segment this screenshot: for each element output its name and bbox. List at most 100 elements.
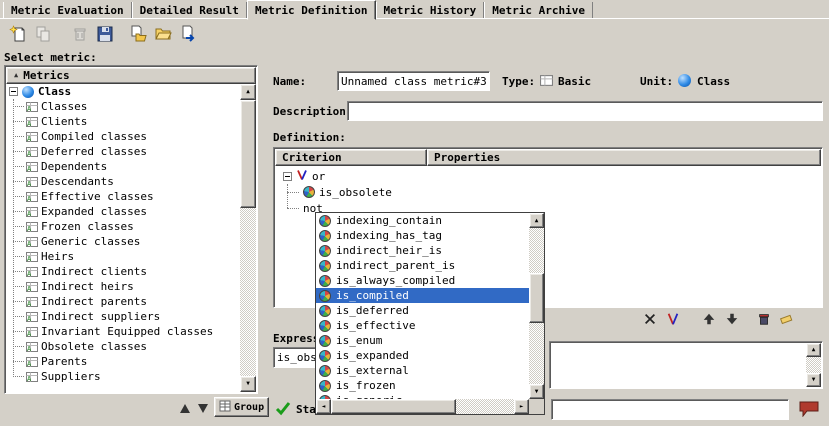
scroll-up-icon[interactable]: ▲ <box>806 343 821 357</box>
scroll-right-icon[interactable]: ► <box>514 399 529 414</box>
dropdown-horizontal-scrollbar[interactable]: ◄ ► <box>316 399 529 414</box>
group-button-label: Group <box>234 402 264 413</box>
move-criterion-up-button[interactable] <box>700 311 718 329</box>
metric-tree-item[interactable]: A Clients <box>6 114 240 129</box>
scrollbar-thumb[interactable] <box>240 100 256 208</box>
metric-tree-item[interactable]: A Deferred classes <box>6 144 240 159</box>
tab-metric-archive[interactable]: Metric Archive <box>484 2 593 18</box>
criterion-row-label: is_obsolete <box>319 186 392 199</box>
down-arrow-icon <box>725 312 739 329</box>
type-value: Basic <box>558 75 591 88</box>
metrics-column-header[interactable]: ▲ Metrics <box>6 67 256 84</box>
or-operator-icon <box>296 169 308 184</box>
criterion-option[interactable]: is_enum <box>316 333 529 348</box>
metric-tree: Class A Classes A Clients A Compile <box>6 84 240 392</box>
criterion-option[interactable]: is_deferred <box>316 303 529 318</box>
metric-tree-item[interactable]: A Expanded classes <box>6 204 240 219</box>
metric-icon: A <box>26 161 38 173</box>
criterion-option[interactable]: is_external <box>316 363 529 378</box>
delete-criterion-button[interactable] <box>755 311 773 329</box>
tab-label: Metric Definition <box>255 4 368 17</box>
name-input[interactable] <box>337 71 490 91</box>
move-criterion-down-button[interactable] <box>723 311 741 329</box>
scroll-down-icon[interactable]: ▼ <box>806 373 821 387</box>
tab-metric-definition[interactable]: Metric Definition <box>247 0 376 20</box>
metric-tree-item[interactable]: A Invariant Equipped classes <box>6 324 240 339</box>
metric-tree-item[interactable]: A Indirect suppliers <box>6 309 240 324</box>
criterion-option[interactable]: is_frozen <box>316 378 529 393</box>
scroll-up-icon[interactable]: ▲ <box>529 213 544 228</box>
criterion-option[interactable]: indirect_parent_is <box>316 258 529 273</box>
metric-item-label: Dependents <box>41 160 107 173</box>
scrollbar-thumb[interactable] <box>529 273 544 323</box>
export-metric-button[interactable] <box>176 23 200 47</box>
metric-tree-item[interactable]: A Compiled classes <box>6 129 240 144</box>
criterion-row-or[interactable]: or <box>275 168 821 184</box>
metric-tree-item[interactable]: A Effective classes <box>6 189 240 204</box>
metric-item-label: Indirect parents <box>41 295 147 308</box>
criterion-option[interactable]: indirect_heir_is <box>316 243 529 258</box>
metric-tree-item[interactable]: A Generic classes <box>6 234 240 249</box>
metric-tree-scrollbar[interactable]: ▲ ▼ <box>240 84 256 392</box>
metric-tree-item[interactable]: A Classes <box>6 99 240 114</box>
change-operator-button[interactable] <box>664 311 682 329</box>
tab-metric-evaluation[interactable]: Metric Evaluation <box>3 2 132 18</box>
move-metric-down-button[interactable] <box>196 401 210 415</box>
unit-label: Unit: <box>640 75 673 88</box>
metric-item-label: Indirect clients <box>41 265 147 278</box>
new-metric-button[interactable] <box>6 23 30 47</box>
properties-column-label: Properties <box>434 151 500 164</box>
metric-tree-item[interactable]: A Parents <box>6 354 240 369</box>
scrollbar-thumb[interactable] <box>331 399 456 414</box>
metric-tree-item[interactable]: A Descendants <box>6 174 240 189</box>
metric-tree-item[interactable]: A Indirect clients <box>6 264 240 279</box>
definition-label: Definition: <box>273 131 346 144</box>
scroll-down-icon[interactable]: ▼ <box>240 376 256 392</box>
dropdown-vertical-scrollbar[interactable]: ▲ ▼ <box>529 213 544 399</box>
copy-metric-icon <box>34 25 52 46</box>
criterion-option[interactable]: is_compiled <box>316 288 529 303</box>
description-input[interactable] <box>347 101 823 121</box>
metric-tree-item[interactable]: A Obsolete classes <box>6 339 240 354</box>
expression-detail-scrollbar[interactable]: ▲ ▼ <box>806 343 821 387</box>
scroll-up-icon[interactable]: ▲ <box>240 84 256 100</box>
metric-tree-item[interactable]: A Indirect parents <box>6 294 240 309</box>
metric-tree-item[interactable]: A Suppliers <box>6 369 240 384</box>
criterion-ball-icon <box>319 320 331 332</box>
criterion-column-header[interactable]: Criterion <box>275 149 427 166</box>
metric-tree-item[interactable]: A Dependents <box>6 159 240 174</box>
tab-detailed-result[interactable]: Detailed Result <box>132 2 247 18</box>
criterion-option[interactable]: is_effective <box>316 318 529 333</box>
import-metric-icon <box>129 25 147 46</box>
expression-detail-box[interactable]: ▲ ▼ <box>549 341 823 389</box>
tree-connector <box>13 301 24 302</box>
properties-column-header[interactable]: Properties <box>427 149 821 166</box>
save-metric-button[interactable] <box>93 23 117 47</box>
criterion-row-is-obsolete[interactable]: is_obsolete <box>275 184 821 200</box>
criterion-option[interactable]: indexing_contain <box>316 213 529 228</box>
move-metric-up-button[interactable] <box>178 401 192 415</box>
import-metric-button[interactable] <box>126 23 150 47</box>
scroll-left-icon[interactable]: ◄ <box>316 399 331 414</box>
criterion-option[interactable]: is_always_compiled <box>316 273 529 288</box>
tab-metric-history[interactable]: Metric History <box>376 2 485 18</box>
collapse-icon[interactable] <box>283 172 292 181</box>
copy-metric-button[interactable] <box>31 23 55 47</box>
scroll-down-icon[interactable]: ▼ <box>529 384 544 399</box>
metric-tree-item[interactable]: A Heirs <box>6 249 240 264</box>
criterion-option[interactable]: indexing_has_tag <box>316 228 529 243</box>
metric-item-label: Expanded classes <box>41 205 147 218</box>
clear-definition-button[interactable] <box>777 311 795 329</box>
status-result-input[interactable] <box>551 399 789 420</box>
metric-tree-root[interactable]: Class <box>6 84 240 99</box>
delete-metric-button[interactable] <box>68 23 92 47</box>
transpose-criterion-button[interactable] <box>641 311 659 329</box>
metric-tree-item[interactable]: A Frozen classes <box>6 219 240 234</box>
comment-button[interactable] <box>794 399 824 420</box>
metric-tree-item[interactable]: A Indirect heirs <box>6 279 240 294</box>
collapse-icon[interactable] <box>9 87 18 96</box>
group-toggle-button[interactable]: Group <box>214 397 269 417</box>
metric-icon: A <box>26 101 38 113</box>
criterion-option[interactable]: is_expanded <box>316 348 529 363</box>
open-metric-folder-button[interactable] <box>151 23 175 47</box>
